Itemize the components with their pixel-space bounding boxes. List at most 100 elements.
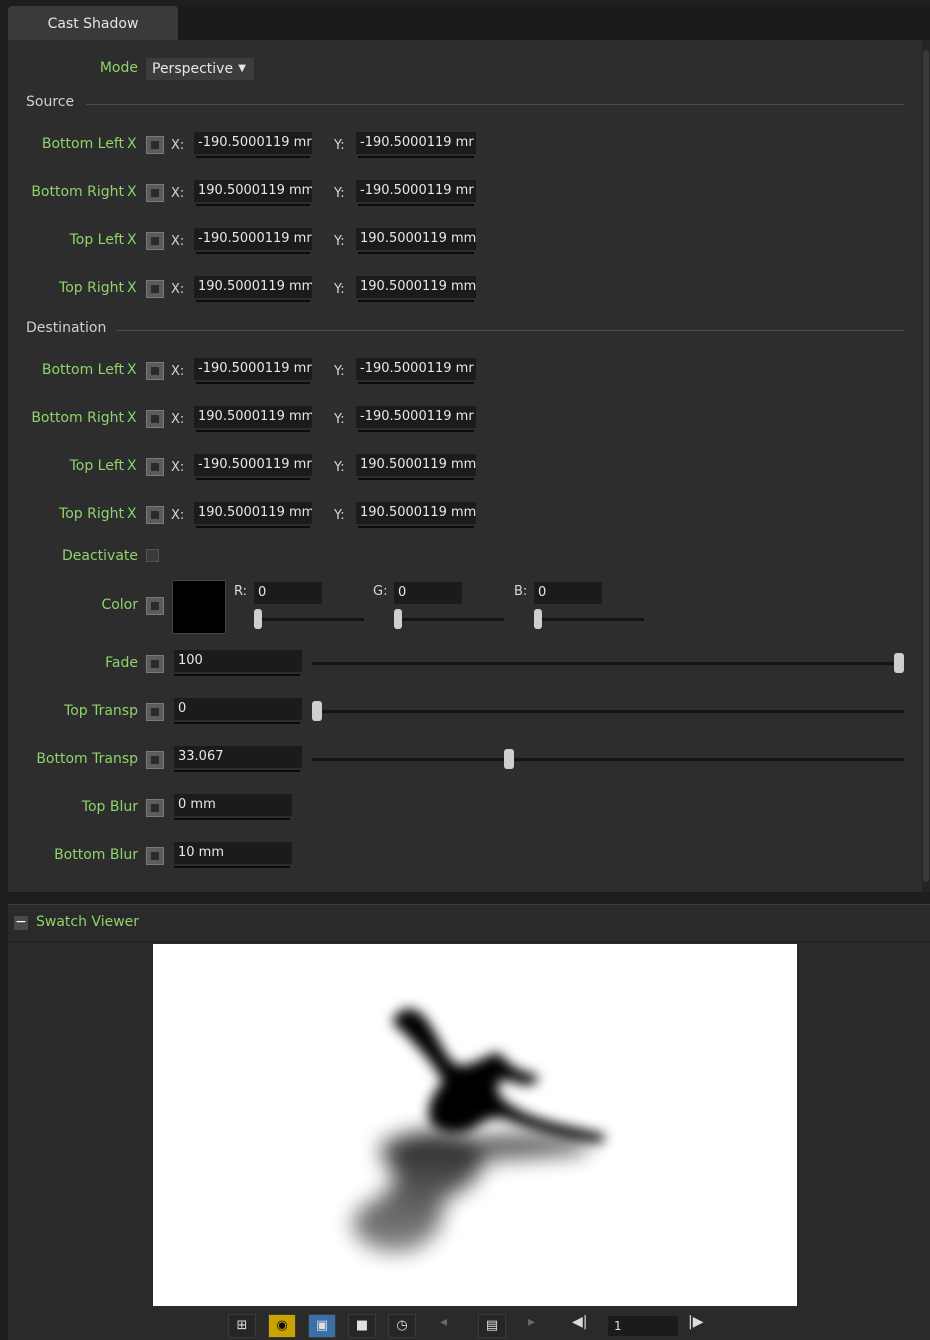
source-bottom-right-keyframe-icon[interactable] (146, 184, 164, 202)
color-swatch[interactable] (172, 580, 226, 634)
g-slider-track[interactable] (394, 618, 504, 621)
source-bottom-right-x-input[interactable]: 190.5000119 mm (194, 180, 312, 202)
source-top-right-x-label: X: (171, 282, 185, 297)
destination-bottom-left-x-marker: X (127, 362, 137, 378)
swatch-canvas[interactable] (153, 944, 797, 1306)
destination-bottom-right-keyframe-icon[interactable] (146, 410, 164, 428)
eye-icon[interactable]: ◉ (268, 1314, 296, 1338)
top-blur-label: Top Blur (81, 799, 138, 815)
destination-top-right-y-input[interactable]: 190.5000119 mm (356, 502, 476, 524)
b-slider-handle[interactable] (534, 609, 542, 629)
bottom-blur-keyframe-icon[interactable] (146, 847, 164, 865)
deactivate-checkbox[interactable] (146, 549, 159, 562)
destination-top-left-y-input[interactable]: 190.5000119 mm (356, 454, 476, 476)
color-label: Color (101, 597, 138, 613)
top-transp-slider-handle[interactable] (312, 701, 322, 721)
destination-top-right-x-input[interactable]: 190.5000119 mm (194, 502, 312, 524)
destination-divider (116, 330, 904, 331)
top-transp-slider-track[interactable] (312, 710, 904, 713)
destination-bottom-left-keyframe-icon[interactable] (146, 362, 164, 380)
r-slider-track[interactable] (254, 618, 364, 621)
b-input[interactable]: 0 (534, 582, 602, 604)
destination-bottom-left-y-label: Y: (334, 364, 345, 379)
destination-bottom-left-y-input[interactable]: -190.5000119 mr (356, 358, 476, 380)
destination-top-right-x-underline (196, 526, 310, 528)
mask-icon[interactable]: ⊞ (228, 1314, 256, 1338)
step-forward-icon[interactable]: |▶ (688, 1314, 703, 1330)
source-top-left-x-underline (196, 252, 310, 254)
frame-input[interactable]: 1 (608, 1316, 678, 1336)
destination-top-right-y-underline (358, 526, 474, 528)
destination-top-left-keyframe-icon[interactable] (146, 458, 164, 476)
source-top-right-y-underline (358, 300, 474, 302)
destination-top-left-x-input[interactable]: -190.5000119 mr (194, 454, 312, 476)
top-transp-input[interactable]: 0 (174, 698, 302, 720)
destination-top-left-x-underline (196, 478, 310, 480)
source-top-left-x-input[interactable]: -190.5000119 mr (194, 228, 312, 250)
square-icon[interactable]: ■ (348, 1314, 376, 1338)
bottom-blur-input[interactable]: 10 mm (174, 842, 292, 864)
r-label: R: (234, 584, 248, 599)
destination-top-right-x-label: X: (171, 508, 185, 523)
g-slider-handle[interactable] (394, 609, 402, 629)
r-slider-handle[interactable] (254, 609, 262, 629)
source-top-left-y-input[interactable]: 190.5000119 mm (356, 228, 476, 250)
source-bottom-right-x-underline (196, 204, 310, 206)
source-top-left-x-marker: X (127, 232, 137, 248)
bottom-transp-keyframe-icon[interactable] (146, 751, 164, 769)
b-slider-track[interactable] (534, 618, 644, 621)
tab-cast-shadow[interactable]: Cast Shadow (8, 6, 178, 42)
destination-top-right-keyframe-icon[interactable] (146, 506, 164, 524)
source-bottom-left-label: Bottom Left (41, 136, 124, 152)
g-input[interactable]: 0 (394, 582, 462, 604)
source-top-left-label: Top Left (69, 232, 124, 248)
destination-bottom-left-x-underline (196, 382, 310, 384)
fade-input[interactable]: 100 (174, 650, 302, 672)
next-keyframe-icon[interactable]: ▸ (528, 1314, 535, 1330)
fade-slider-track[interactable] (312, 662, 904, 665)
destination-bottom-right-y-label: Y: (334, 412, 345, 427)
source-top-right-x-input[interactable]: 190.5000119 mm (194, 276, 312, 298)
viewer-toolbar: ⊞ ◉ ▣ ■ ◷ ◂ ▤ ▸ ◀| 1 |▶ (228, 1312, 728, 1340)
scrollbar-thumb[interactable] (923, 50, 929, 882)
destination-top-left-x-label: X: (171, 460, 185, 475)
prev-keyframe-icon[interactable]: ◂ (440, 1314, 447, 1330)
source-section-title: Source (26, 94, 75, 110)
bottom-blur-label: Bottom Blur (54, 847, 138, 863)
top-blur-input[interactable]: 0 mm (174, 794, 292, 816)
source-bottom-left-x-input[interactable]: -190.5000119 mr (194, 132, 312, 154)
collapse-icon[interactable]: − (14, 915, 28, 930)
source-bottom-left-y-input[interactable]: -190.5000119 mr (356, 132, 476, 154)
source-bottom-right-y-input[interactable]: -190.5000119 mr (356, 180, 476, 202)
keyframe-icon[interactable]: ▤ (478, 1314, 506, 1338)
frame-yellow-icon[interactable]: ▣ (308, 1314, 336, 1338)
source-top-right-y-input[interactable]: 190.5000119 mm (356, 276, 476, 298)
source-bottom-left-x-marker: X (127, 136, 137, 152)
destination-bottom-left-x-input[interactable]: -190.5000119 mr (194, 358, 312, 380)
fade-slider-handle[interactable] (894, 653, 904, 673)
destination-bottom-right-y-underline (358, 430, 474, 432)
destination-bottom-right-label: Bottom Right (31, 410, 124, 426)
source-top-left-keyframe-icon[interactable] (146, 232, 164, 250)
fade-keyframe-icon[interactable] (146, 655, 164, 673)
step-back-icon[interactable]: ◀| (572, 1314, 587, 1330)
source-bottom-left-keyframe-icon[interactable] (146, 136, 164, 154)
top-blur-keyframe-icon[interactable] (146, 799, 164, 817)
mode-value: Perspective (152, 61, 234, 77)
destination-top-left-label: Top Left (69, 458, 124, 474)
bottom-transp-slider-handle[interactable] (504, 749, 514, 769)
destination-bottom-right-y-input[interactable]: -190.5000119 mr (356, 406, 476, 428)
fade-label: Fade (105, 655, 138, 671)
bottom-transp-slider-track[interactable] (312, 758, 904, 761)
source-bottom-right-x-label: X: (171, 186, 185, 201)
clock-icon[interactable]: ◷ (388, 1314, 416, 1338)
bottom-transp-underline (174, 770, 300, 772)
destination-bottom-right-x-underline (196, 430, 310, 432)
color-keyframe-icon[interactable] (146, 597, 164, 615)
source-top-right-keyframe-icon[interactable] (146, 280, 164, 298)
top-transp-keyframe-icon[interactable] (146, 703, 164, 721)
bottom-transp-input[interactable]: 33.067 (174, 746, 302, 768)
mode-dropdown[interactable]: Perspective ▼ (146, 58, 254, 80)
destination-bottom-right-x-input[interactable]: 190.5000119 mm (194, 406, 312, 428)
r-input[interactable]: 0 (254, 582, 322, 604)
